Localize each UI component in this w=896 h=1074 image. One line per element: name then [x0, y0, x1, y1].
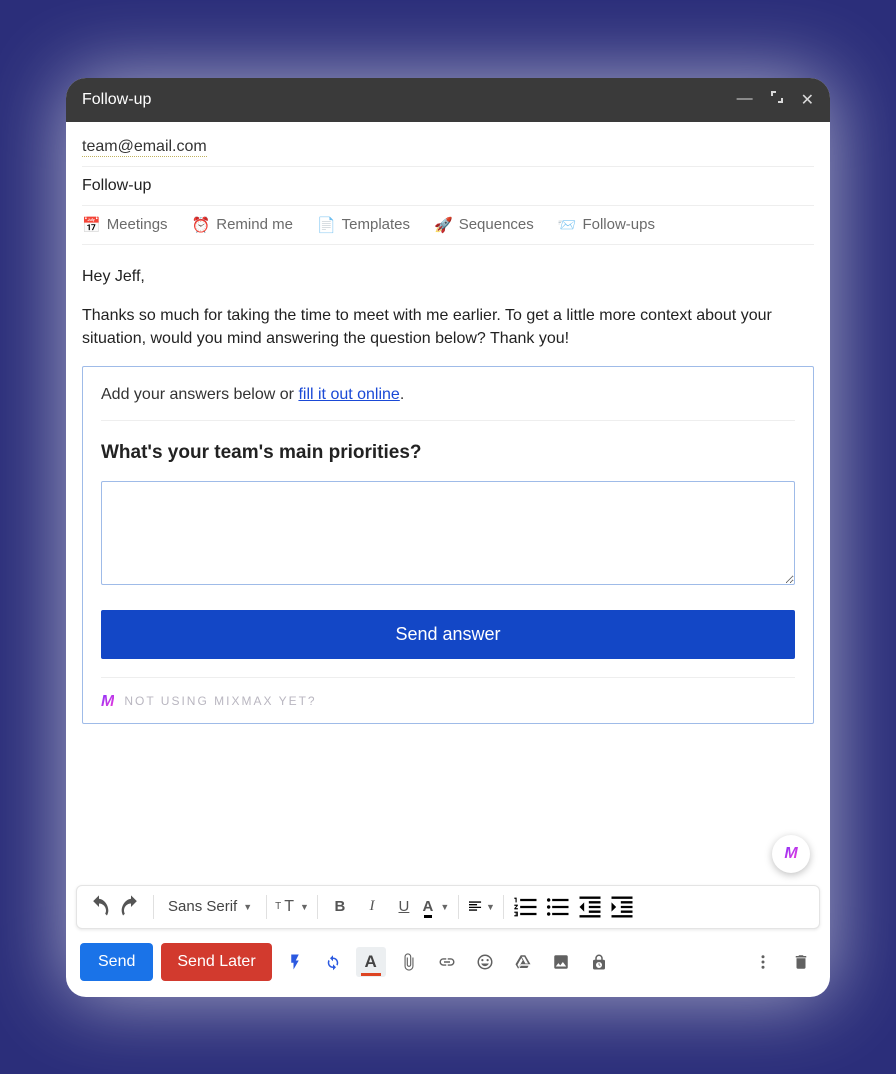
- poll-answer-textarea[interactable]: [101, 481, 795, 585]
- poll-fill-online-link[interactable]: fill it out online: [298, 386, 399, 403]
- mixmax-logo-icon: M: [784, 842, 797, 865]
- emoji-icon[interactable]: [470, 947, 500, 977]
- title-bar: Follow-up: [66, 78, 830, 122]
- send-later-button[interactable]: Send Later: [161, 943, 271, 981]
- email-body[interactable]: Hey Jeff, Thanks so much for taking the …: [66, 245, 830, 885]
- lock-clock-icon[interactable]: [584, 947, 614, 977]
- trash-icon[interactable]: [786, 947, 816, 977]
- text-color-button[interactable]: A ▼: [422, 893, 450, 921]
- template-icon: 📄: [317, 216, 336, 234]
- font-size-select[interactable]: TT ▼: [275, 893, 309, 921]
- envelope-icon: 📨: [558, 216, 577, 234]
- numbered-list-button[interactable]: [512, 893, 540, 921]
- poll-lead: Add your answers below or fill it out on…: [101, 383, 795, 421]
- close-icon[interactable]: [801, 90, 814, 110]
- mixmax-toolbar: 📅 Meetings ⏰ Remind me 📄 Templates 🚀 Seq…: [82, 206, 814, 245]
- body-para: Thanks so much for taking the time to me…: [82, 304, 814, 350]
- mm-meetings[interactable]: 📅 Meetings: [82, 216, 168, 234]
- font-family-select[interactable]: Sans Serif ▼: [162, 898, 258, 915]
- poll-card: Add your answers below or fill it out on…: [82, 366, 814, 724]
- image-icon[interactable]: [546, 947, 576, 977]
- mm-remind[interactable]: ⏰ Remind me: [192, 216, 293, 234]
- rocket-icon: 🚀: [434, 216, 453, 234]
- send-button[interactable]: Send: [80, 943, 153, 981]
- drive-icon[interactable]: [508, 947, 538, 977]
- undo-icon[interactable]: [85, 893, 113, 921]
- lightning-icon[interactable]: [280, 947, 310, 977]
- poll-footer[interactable]: M NOT USING MIXMAX YET?: [101, 677, 795, 713]
- link-icon[interactable]: [432, 947, 462, 977]
- mm-followups[interactable]: 📨 Follow-ups: [558, 216, 655, 234]
- window-title: Follow-up: [82, 91, 737, 109]
- to-field[interactable]: team@email.com: [82, 128, 814, 167]
- poll-send-button[interactable]: Send answer: [101, 610, 795, 659]
- more-icon[interactable]: [748, 947, 778, 977]
- expand-icon[interactable]: [771, 90, 783, 110]
- chevron-down-icon: ▼: [243, 902, 252, 912]
- chevron-down-icon: ▼: [486, 902, 495, 912]
- indent-more-button[interactable]: [608, 893, 636, 921]
- mixmax-float-badge[interactable]: M: [772, 835, 810, 873]
- underline-button[interactable]: U: [390, 893, 418, 921]
- mm-templates[interactable]: 📄 Templates: [317, 216, 410, 234]
- to-value: team@email.com: [82, 138, 207, 157]
- italic-button[interactable]: I: [358, 893, 386, 921]
- redo-icon[interactable]: [117, 893, 145, 921]
- format-toolbar: Sans Serif ▼ TT ▼ B I U A ▼ ▼: [76, 885, 820, 929]
- subject-field[interactable]: Follow-up: [82, 167, 814, 206]
- body-greeting: Hey Jeff,: [82, 265, 814, 288]
- refresh-icon[interactable]: [318, 947, 348, 977]
- clock-icon: ⏰: [192, 216, 211, 234]
- chevron-down-icon: ▼: [440, 902, 449, 912]
- subject-value: Follow-up: [82, 177, 151, 194]
- action-bar: Send Send Later A: [66, 929, 830, 997]
- poll-question: What's your team's main priorities?: [101, 439, 795, 467]
- minimize-icon[interactable]: [737, 90, 753, 110]
- calendar-icon: 📅: [82, 216, 101, 234]
- bulleted-list-button[interactable]: [544, 893, 572, 921]
- attach-icon[interactable]: [394, 947, 424, 977]
- chevron-down-icon: ▼: [300, 902, 309, 912]
- compose-window: Follow-up team@email.com Follow-up 📅 Mee…: [66, 78, 830, 997]
- mm-sequences[interactable]: 🚀 Sequences: [434, 216, 534, 234]
- align-button[interactable]: ▼: [467, 893, 495, 921]
- mixmax-logo-icon: M: [101, 690, 114, 713]
- bold-button[interactable]: B: [326, 893, 354, 921]
- text-color-action[interactable]: A: [356, 947, 386, 977]
- indent-less-button[interactable]: [576, 893, 604, 921]
